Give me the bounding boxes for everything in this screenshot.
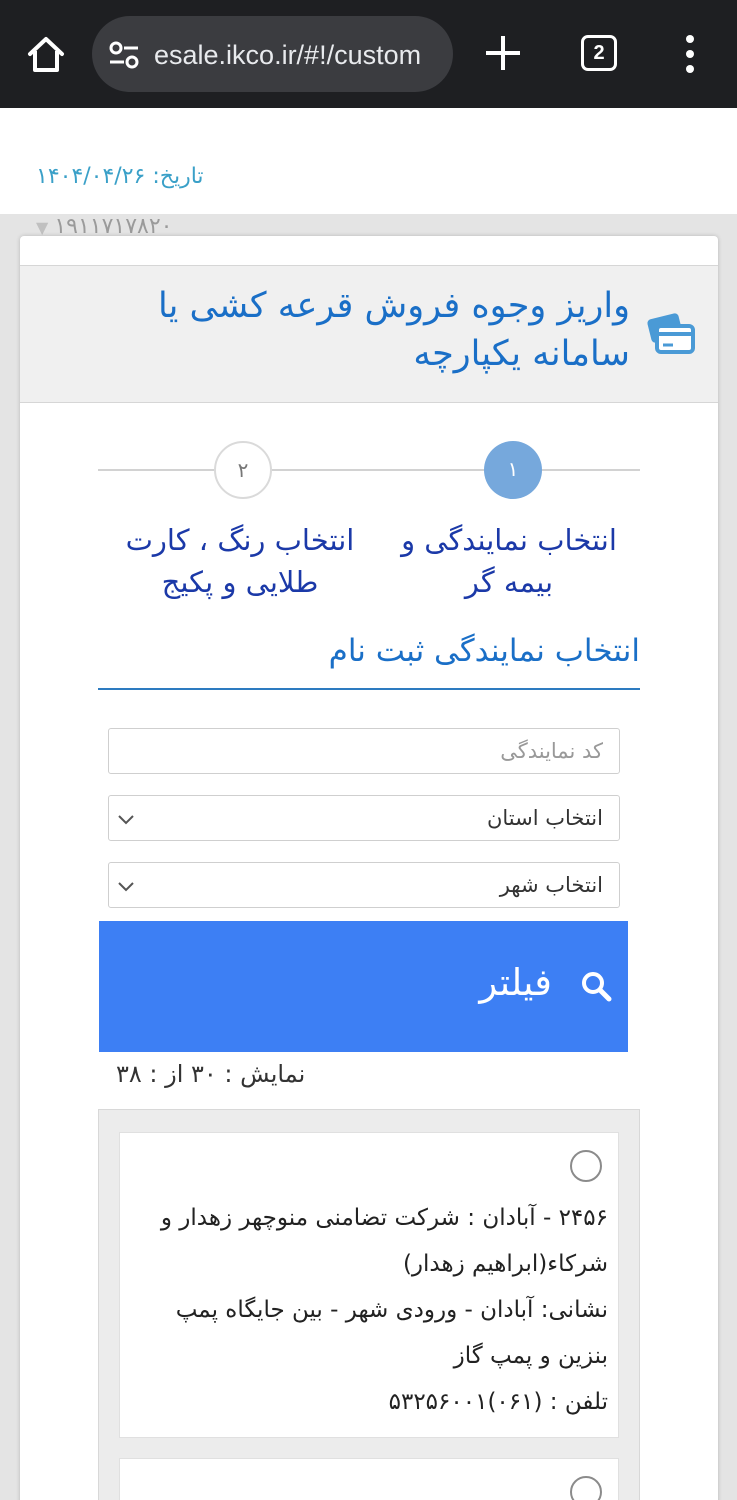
results-count: نمایش : ۳۰ از : ۳۸ bbox=[116, 1060, 306, 1088]
dealer-list: ۲۴۵۶ - آبادان : شرکت تضامنی منوچهر زهدار… bbox=[98, 1109, 640, 1500]
menu-icon[interactable] bbox=[678, 34, 702, 74]
caret-down-icon: ▼ bbox=[36, 218, 49, 236]
section-title: انتخاب نمایندگی ثبت نام bbox=[328, 633, 640, 669]
card-header: واریز وجوه فروش قرعه کشی یا سامانه یکپار… bbox=[20, 265, 718, 403]
credit-card-icon bbox=[647, 313, 695, 354]
step-1-circle: ۱ bbox=[484, 441, 542, 499]
home-icon[interactable] bbox=[24, 32, 68, 76]
filter-button[interactable]: فیلتر bbox=[99, 921, 628, 1052]
list-item[interactable]: ۲۴۵۶ - آبادان : شرکت تضامنی منوچهر زهدار… bbox=[119, 1132, 619, 1438]
dealer-code-input[interactable]: کد نمایندگی bbox=[108, 728, 620, 774]
step-2-label: انتخاب رنگ ، کارت طلایی و پکیج bbox=[125, 523, 355, 599]
dealer-title: ۲۴۵۶ - آبادان : شرکت تضامنی منوچهر زهدار… bbox=[160, 1205, 608, 1277]
account-number[interactable]: ۱۹۱۱۷۱۷۸۲۰ ▼ bbox=[36, 214, 172, 236]
url-text[interactable]: esale.ikco.ir/#!/custom bbox=[154, 38, 445, 72]
province-select[interactable]: انتخاب استان bbox=[108, 795, 620, 841]
chevron-down-icon bbox=[118, 882, 134, 892]
dealer-phone: تلفن : (۰۶۱)۵۳۲۵۶۰۰۱ bbox=[388, 1389, 608, 1415]
step-2-circle: ۲ bbox=[214, 441, 272, 499]
city-select[interactable]: انتخاب شهر bbox=[108, 862, 620, 908]
section-divider bbox=[98, 688, 640, 690]
search-icon bbox=[582, 972, 612, 1002]
tab-switcher-icon[interactable]: 2 bbox=[581, 35, 617, 71]
dealer-address: نشانی: آبادان - ورودی شهر - بین جایگاه پ… bbox=[175, 1297, 608, 1369]
list-item[interactable] bbox=[119, 1458, 619, 1500]
filter-button-label: فیلتر bbox=[479, 961, 552, 1004]
step-1-label: انتخاب نمایندگی و بیمه گر bbox=[401, 523, 617, 599]
new-tab-icon[interactable] bbox=[482, 32, 524, 74]
account-number-text: ۱۹۱۱۷۱۷۸۲۰ bbox=[54, 214, 173, 236]
dealer-radio[interactable] bbox=[570, 1150, 602, 1182]
dealer-details: ۲۴۵۶ - آبادان : شرکت تضامنی منوچهر زهدار… bbox=[138, 1195, 608, 1425]
main-card: واریز وجوه فروش قرعه کشی یا سامانه یکپار… bbox=[20, 236, 718, 1500]
current-date: تاریخ: ۱۴۰۴/۰۴/۲۶ bbox=[36, 164, 204, 189]
city-select-value: انتخاب شهر bbox=[499, 873, 603, 897]
dealer-code-placeholder: کد نمایندگی bbox=[500, 739, 603, 763]
stepper-line bbox=[98, 469, 640, 471]
chevron-down-icon bbox=[118, 815, 134, 825]
address-bar[interactable]: esale.ikco.ir/#!/custom bbox=[92, 16, 453, 92]
page-title: واریز وجوه فروش قرعه کشی یا سامانه یکپار… bbox=[158, 286, 630, 374]
dealer-radio[interactable] bbox=[570, 1476, 602, 1500]
site-settings-icon[interactable] bbox=[108, 40, 140, 70]
browser-toolbar: esale.ikco.ir/#!/custom 2 bbox=[0, 0, 737, 108]
province-select-value: انتخاب استان bbox=[486, 806, 603, 830]
